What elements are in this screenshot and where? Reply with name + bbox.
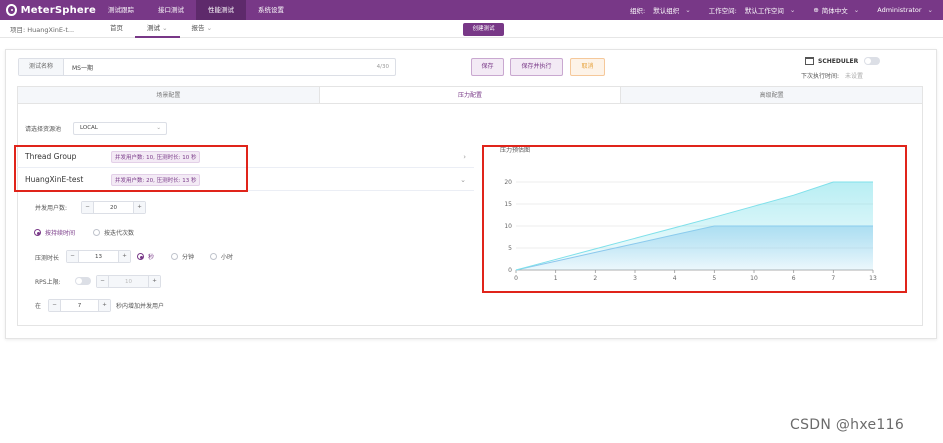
duration-value[interactable]: 13 (79, 254, 118, 260)
radio-unit-hours-label: 小时 (221, 254, 234, 261)
app-name: MeterSphere (20, 4, 96, 16)
resource-pool-label: 请选择资源池 (25, 126, 62, 133)
radio-by-iterations-label: 按迭代次数 (104, 230, 135, 237)
cancel-button[interactable]: 取消 (570, 58, 605, 76)
watermark: CSDN @hxe116 (790, 417, 905, 433)
chevron-down-icon: ⌄ (460, 175, 466, 184)
radio-dot (171, 253, 178, 260)
highlight-box (14, 145, 248, 192)
next-run-value: 未设置 (845, 73, 864, 80)
ramp-up-stepper[interactable]: − 7 + (48, 299, 111, 312)
radio-by-iterations[interactable]: 按迭代次数 (93, 228, 134, 237)
create-test-button[interactable]: 创建测试 (463, 23, 504, 36)
chevron-right-icon: › (463, 152, 466, 161)
highlight-box (482, 145, 907, 293)
rps-limit-stepper: − 10 + (96, 275, 161, 288)
scheduler-toggle[interactable] (864, 57, 881, 65)
nav-performance-test[interactable]: 性能测试 (196, 0, 246, 20)
chevron-down-icon: ⌄ (853, 6, 860, 14)
chevron-down-icon: ⌄ (206, 23, 213, 32)
workspace-value: 默认工作空间 (744, 7, 784, 15)
ramp-up-value[interactable]: 7 (61, 303, 98, 309)
chevron-down-icon: ⌄ (162, 23, 168, 32)
radio-unit-hours[interactable]: 小时 (210, 252, 233, 261)
project-selector[interactable]: 项目: HuangXinE-t... (10, 24, 98, 34)
save-and-run-button[interactable]: 保存并执行 (510, 58, 563, 76)
radio-unit-seconds[interactable]: 秒 (137, 252, 154, 261)
radio-dot (34, 229, 41, 236)
nav-api-test[interactable]: 接口测试 (146, 0, 196, 20)
workspace-switcher[interactable]: 工作空间: 默认工作空间 ⌄ (709, 5, 796, 15)
chevron-down-icon: ⌄ (789, 6, 796, 14)
chevron-down-icon: ⌄ (927, 6, 933, 14)
increment-button: + (148, 276, 160, 287)
language-value: 简体中文 (821, 7, 848, 15)
tab-advanced-config[interactable]: 高级配置 (621, 87, 922, 103)
radio-dot (210, 253, 217, 260)
radio-by-duration[interactable]: 按持续时间 (34, 228, 75, 237)
increment-button[interactable]: + (133, 202, 145, 213)
subtab-reports[interactable]: 报告 ⌄ (180, 20, 225, 38)
ramp-suffix-label: 秒内增加并发用户 (116, 303, 165, 310)
workspace-label: 工作空间: (708, 7, 737, 15)
language-switcher[interactable]: ⊕ 简体中文 ⌄ (813, 5, 859, 15)
rps-limit-value: 10 (125, 278, 132, 285)
test-name-label: 测试名称 (19, 59, 64, 75)
ramp-prefix-label: 在 (35, 303, 42, 310)
increment-button[interactable]: + (98, 300, 110, 311)
scheduler-control: SCHEDULER (805, 57, 881, 65)
logo-icon (6, 4, 17, 16)
decrement-button[interactable]: − (67, 251, 79, 262)
next-run-label: 下次执行时间: (801, 73, 840, 80)
concurrent-users-value[interactable]: 20 (94, 205, 133, 211)
chevron-down-icon: ⌄ (156, 125, 161, 131)
chevron-down-icon: ⌄ (685, 6, 691, 14)
globe-icon: ⊕ (813, 6, 819, 14)
test-name-field[interactable]: 测试名称 MS一期 4/30 (18, 58, 396, 76)
calendar-icon (805, 57, 814, 65)
rps-limit-toggle[interactable] (75, 277, 91, 285)
radio-unit-minutes[interactable]: 分钟 (171, 252, 194, 261)
tab-scenario-config[interactable]: 场景配置 (18, 87, 320, 103)
decrement-button: − (97, 276, 109, 287)
top-navbar: MeterSphere 测试跟踪 接口测试 性能测试 系统设置 组织: 默认组织… (0, 0, 943, 20)
resource-pool-value: LOCAL (80, 125, 98, 131)
duration-stepper[interactable]: − 13 + (66, 250, 131, 263)
nav-system-settings[interactable]: 系统设置 (246, 0, 296, 20)
config-tabs: 场景配置 压力配置 高级配置 (17, 86, 923, 104)
concurrent-users-stepper[interactable]: − 20 + (81, 201, 146, 214)
user-menu[interactable]: Administrator ⌄ (877, 6, 933, 14)
org-label: 组织: (630, 7, 646, 15)
radio-unit-seconds-label: 秒 (148, 254, 155, 261)
main-nav: 测试跟踪 接口测试 性能测试 系统设置 (96, 0, 296, 20)
decrement-button[interactable]: − (49, 300, 61, 311)
radio-unit-minutes-label: 分钟 (182, 254, 195, 261)
decrement-button[interactable]: − (82, 202, 94, 213)
top-right-controls: 组织: 默认组织 ⌄ 工作空间: 默认工作空间 ⌄ ⊕ 简体中文 ⌄ Admin… (630, 0, 943, 20)
tab-pressure-config[interactable]: 压力配置 (319, 87, 622, 103)
save-button[interactable]: 保存 (471, 58, 504, 76)
radio-by-duration-label: 按持续时间 (45, 230, 76, 237)
subtab-home[interactable]: 首页 (98, 20, 135, 38)
org-value: 默认组织 (653, 7, 680, 15)
subtab-reports-label: 报告 (191, 23, 205, 32)
rps-limit-label: RPS上限: (35, 279, 61, 286)
resource-pool-select[interactable]: LOCAL ⌄ (73, 122, 167, 135)
radio-dot (137, 253, 144, 260)
nav-test-track[interactable]: 测试跟踪 (96, 0, 146, 20)
app-logo[interactable]: MeterSphere (6, 4, 96, 16)
org-switcher[interactable]: 组织: 默认组织 ⌄ (630, 5, 691, 15)
user-name: Administrator (877, 6, 922, 14)
subtab-tests[interactable]: 测试 ⌄ (135, 20, 180, 38)
next-run-time: 下次执行时间: 未设置 (801, 71, 863, 80)
concurrent-users-label: 并发用户数: (35, 205, 68, 212)
duration-label: 压测时长 (35, 255, 60, 262)
test-name-input[interactable]: MS一期 (72, 63, 377, 72)
increment-button[interactable]: + (118, 251, 130, 262)
subtab-tests-label: 测试 (147, 23, 160, 32)
scheduler-label: SCHEDULER (818, 57, 859, 65)
char-count: 4/30 (376, 64, 389, 70)
radio-dot (93, 229, 100, 236)
